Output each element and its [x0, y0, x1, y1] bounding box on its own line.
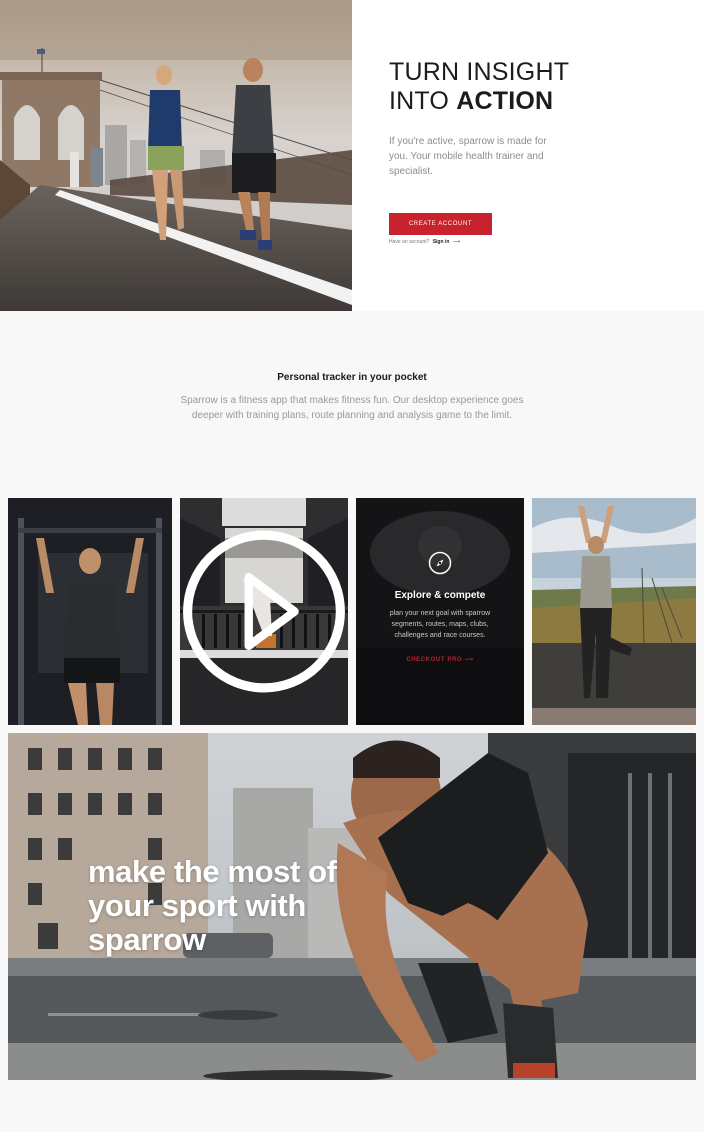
- tracker-title: Personal tracker in your pocket: [277, 372, 427, 383]
- arrow-right-icon: ⟶: [464, 657, 474, 663]
- gym-photo-illustration: [8, 498, 172, 725]
- signin-row: Have an account? Sign in ⟶: [389, 239, 460, 245]
- compass-icon: [428, 551, 452, 575]
- play-icon[interactable]: [180, 498, 348, 725]
- create-account-button[interactable]: CREATE ACCOUNT: [389, 213, 492, 235]
- explore-title: Explore & compete: [394, 590, 486, 601]
- outdoor-yoga-illustration: [532, 498, 696, 725]
- hero-title-emphasis: ACTION: [456, 87, 554, 115]
- gym-pullup-image: [8, 498, 172, 725]
- checkout-pro-label[interactable]: CHECKOUT PRO: [406, 657, 462, 663]
- explore-compete-tile[interactable]: Explore & compete plan your next goal wi…: [356, 498, 524, 725]
- arrow-right-icon[interactable]: ⟶: [453, 239, 460, 245]
- banner-headline: make the most of your sport with sparrow: [88, 854, 337, 957]
- hero-section: TURN INSIGHT INTO ACTION If you're activ…: [0, 0, 704, 311]
- signin-prompt: Have an account?: [389, 239, 430, 245]
- signin-link[interactable]: Sign in: [433, 239, 450, 245]
- hero-copy: TURN INSIGHT INTO ACTION If you're activ…: [389, 58, 649, 179]
- hero-photo-illustration: [0, 0, 352, 311]
- hero-description: If you're active, sparrow is made for yo…: [389, 136, 547, 177]
- outdoor-yoga-image: [532, 498, 696, 725]
- yoga-hall-video-tile[interactable]: [180, 498, 348, 725]
- explore-content: Explore & compete plan your next goal wi…: [356, 498, 524, 725]
- hero-title: TURN INSIGHT INTO ACTION: [389, 58, 649, 116]
- image-grid: Explore & compete plan your next goal wi…: [0, 491, 704, 1132]
- hero-title-line1: TURN INSIGHT: [389, 58, 570, 86]
- hero-image-runners-on-bridge: [0, 0, 352, 311]
- hero-title-line2-light: INTO: [389, 87, 457, 115]
- tracker-section: Personal tracker in your pocket Sparrow …: [0, 311, 704, 491]
- explore-description: plan your next goal with sparrow segment…: [389, 610, 491, 639]
- runner-tying-shoe-banner: make the most of your sport with sparrow: [8, 733, 696, 1080]
- checkout-pro-link[interactable]: CHECKOUT PRO ⟶: [356, 656, 524, 663]
- tracker-description: Sparrow is a fitness app that makes fitn…: [180, 395, 524, 421]
